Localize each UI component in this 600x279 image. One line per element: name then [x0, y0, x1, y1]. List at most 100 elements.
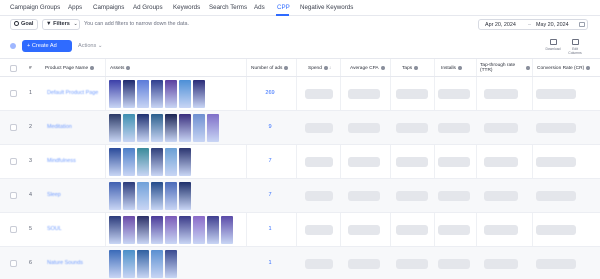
tab-ad-groups[interactable]: Ad Groups — [133, 4, 163, 11]
row-checkbox[interactable] — [10, 192, 17, 199]
col-taps[interactable]: Taps — [402, 59, 419, 77]
download-button[interactable]: Download — [543, 39, 563, 51]
asset-thumbnail[interactable] — [165, 80, 177, 108]
asset-thumbnail[interactable] — [165, 182, 177, 210]
asset-thumbnail[interactable] — [207, 216, 219, 244]
product-page-name-link[interactable]: Mindfulness — [47, 158, 76, 164]
tab-search-terms[interactable]: Search Terms — [209, 4, 247, 11]
edit-columns-button[interactable]: Edit Columns — [565, 39, 585, 55]
row-checkbox[interactable] — [10, 226, 17, 233]
col-product-page-name[interactable]: Product Page Name — [45, 59, 95, 77]
asset-thumbnail[interactable] — [179, 182, 191, 210]
asset-thumbnail[interactable] — [193, 80, 205, 108]
table-row[interactable]: 5 SOUL 1 — [0, 213, 600, 247]
tab-campaign-groups[interactable]: Campaign Groups — [10, 4, 60, 11]
asset-thumbnail[interactable] — [151, 80, 163, 108]
asset-thumbnail[interactable] — [151, 216, 163, 244]
asset-thumbnail[interactable] — [193, 216, 205, 244]
date-range-picker[interactable]: Apr 20, 2024 – May 20, 2024 — [478, 19, 588, 30]
asset-thumbnail[interactable] — [165, 148, 177, 176]
table-row[interactable]: 4 Sleep 7 — [0, 179, 600, 213]
table-row[interactable]: 1 Default Product Page 269 — [0, 77, 600, 111]
row-checkbox[interactable] — [10, 90, 17, 97]
asset-thumbnail[interactable] — [109, 216, 121, 244]
number-of-ads-link[interactable]: 1 — [250, 260, 290, 266]
product-page-name-link[interactable]: Sleep — [47, 192, 61, 198]
settings-icon[interactable] — [10, 43, 16, 49]
col-assets[interactable]: Assets — [110, 59, 131, 77]
asset-thumbnail[interactable] — [179, 80, 191, 108]
table-row[interactable]: 3 Mindfulness 7 — [0, 145, 600, 179]
asset-thumbnail[interactable] — [123, 250, 135, 278]
col-number-of-ads[interactable]: Number of ads — [251, 59, 289, 77]
asset-thumbnail[interactable] — [123, 80, 135, 108]
asset-thumbnail[interactable] — [137, 182, 149, 210]
asset-thumbnail[interactable] — [137, 114, 149, 142]
asset-thumbnail[interactable] — [179, 216, 191, 244]
asset-thumbnail[interactable] — [137, 250, 149, 278]
table-row[interactable]: 6 Nature Sounds 1 — [0, 247, 600, 279]
asset-thumbnail[interactable] — [123, 182, 135, 210]
number-of-ads-link[interactable]: 7 — [250, 192, 290, 198]
filter-bar: Goal ▼ Filters ⌄ You can add filters to … — [0, 16, 600, 34]
number-of-ads-link[interactable]: 7 — [250, 158, 290, 164]
asset-thumbnail[interactable] — [123, 148, 135, 176]
asset-thumbnail[interactable] — [137, 80, 149, 108]
asset-thumbnail[interactable] — [151, 148, 163, 176]
asset-thumbnail[interactable] — [165, 250, 177, 278]
col-conversion-rate[interactable]: Conversion Rate (CR) — [537, 59, 591, 77]
product-page-name-link[interactable]: Default Product Page — [47, 90, 98, 96]
redacted-value — [305, 89, 333, 99]
col-average-cpa[interactable]: Average CPA — [350, 59, 385, 77]
number-of-ads-link[interactable]: 269 — [250, 90, 290, 96]
download-label: Download — [545, 47, 561, 51]
asset-thumbnail[interactable] — [123, 216, 135, 244]
asset-thumbnail[interactable] — [109, 250, 121, 278]
tab-cpp[interactable]: CPP — [277, 4, 290, 11]
asset-thumbnail[interactable] — [179, 114, 191, 142]
row-checkbox[interactable] — [10, 158, 17, 165]
asset-thumbnail[interactable] — [137, 216, 149, 244]
col-installs[interactable]: Installs — [441, 59, 462, 77]
row-checkbox[interactable] — [10, 260, 17, 267]
asset-thumbnail[interactable] — [179, 148, 191, 176]
select-all-checkbox[interactable] — [10, 65, 17, 72]
redacted-value — [438, 191, 470, 201]
col-spend[interactable]: Spend ↓ — [308, 59, 331, 77]
number-of-ads-link[interactable]: 9 — [250, 124, 290, 130]
row-number: 4 — [29, 192, 32, 198]
asset-thumbnail[interactable] — [151, 114, 163, 142]
redacted-value — [484, 191, 518, 201]
asset-thumbnail[interactable] — [151, 250, 163, 278]
tab-negative-keywords[interactable]: Negative Keywords — [300, 4, 353, 11]
asset-thumbnail[interactable] — [123, 114, 135, 142]
tab-ads[interactable]: Ads — [254, 4, 265, 11]
asset-thumbnail[interactable] — [109, 114, 121, 142]
redacted-value — [484, 157, 518, 167]
asset-thumbnail[interactable] — [109, 80, 121, 108]
asset-thumbnail[interactable] — [207, 114, 219, 142]
actions-dropdown[interactable]: Actions ⌄ — [78, 43, 103, 49]
table-row[interactable]: 2 Meditation 9 — [0, 111, 600, 145]
asset-thumbnail[interactable] — [221, 216, 233, 244]
row-checkbox[interactable] — [10, 124, 17, 131]
asset-thumbnail[interactable] — [109, 182, 121, 210]
tab-campaigns[interactable]: Campaigns — [93, 4, 124, 11]
asset-thumbnail[interactable] — [193, 114, 205, 142]
product-page-name-link[interactable]: SOUL — [47, 226, 62, 232]
col-ttr[interactable]: Tap-through rate (TTR) — [480, 59, 530, 77]
asset-thumbnail[interactable] — [151, 182, 163, 210]
number-of-ads-link[interactable]: 1 — [250, 226, 290, 232]
asset-thumbnail[interactable] — [137, 148, 149, 176]
tab-apps[interactable]: Apps — [68, 4, 82, 11]
asset-thumbnail[interactable] — [109, 148, 121, 176]
redacted-value — [396, 259, 428, 269]
filters-button[interactable]: ▼ Filters ⌄ — [42, 19, 80, 30]
asset-thumbnail[interactable] — [165, 216, 177, 244]
product-page-name-link[interactable]: Meditation — [47, 124, 72, 130]
tab-keywords[interactable]: Keywords — [173, 4, 200, 11]
asset-thumbnail[interactable] — [165, 114, 177, 142]
goal-button[interactable]: Goal — [10, 19, 38, 30]
product-page-name-link[interactable]: Nature Sounds — [47, 260, 83, 266]
create-ad-button[interactable]: + Create Ad — [22, 40, 72, 52]
